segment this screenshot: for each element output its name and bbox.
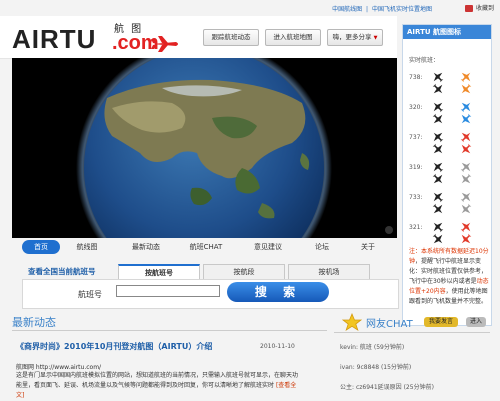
notice-part-4: 飞行中在30秒以内或者是: [409, 278, 477, 285]
share-button[interactable]: 嗨，更多分享 ▼: [327, 29, 383, 46]
plane-type-label: 321:: [409, 224, 423, 231]
search-panel: 航班号 搜 索: [22, 279, 399, 309]
tab-forum[interactable]: 论坛: [304, 240, 340, 254]
airplane-icon: [432, 203, 443, 214]
subtab-by-flight[interactable]: 按航班号: [118, 264, 200, 280]
chat-message: kevin: 航班 (59分钟前): [340, 344, 405, 351]
airplane-icon: [461, 113, 472, 124]
legend-notice: 注：本系统所有数据延迟10分钟，提醒飞行中航班显示变化：实时航班位置仅供参考，飞…: [409, 247, 489, 307]
airplane-icon: [432, 143, 443, 154]
airplane-icon: [461, 233, 472, 244]
airplane-logo-icon: [151, 36, 178, 52]
tab-latest-news[interactable]: 最新动态: [120, 240, 172, 254]
flight-map-button[interactable]: 进入航班地图: [265, 29, 321, 46]
search-heading: 查看全国当前航班号: [28, 267, 96, 276]
top-link-live-map[interactable]: 中国飞机实时位置地图: [372, 6, 432, 13]
top-link-route-map[interactable]: 中国航线图: [332, 6, 362, 13]
top-link-divider: |: [366, 6, 369, 13]
chat-time: (25分钟前): [403, 384, 434, 391]
airplane-icon: [461, 143, 472, 154]
plane-type-label: 738:: [409, 74, 423, 81]
airplane-icon: [461, 83, 472, 94]
top-links: 中国航线图 | 中国飞机实时位置地图: [330, 4, 432, 13]
notice-part-3: 实时航班位置仅供参考，: [421, 268, 488, 275]
enter-chat-button[interactable]: 进入: [466, 317, 486, 327]
track-flight-button[interactable]: 跟踪航班动态: [203, 29, 259, 46]
bookmark-button[interactable]: 收藏到: [465, 3, 494, 12]
chat-time: (15分钟前): [380, 364, 412, 371]
news-date: 2010-11-10: [260, 343, 295, 350]
chat-text: 航班: [359, 344, 372, 351]
news-url-line: 航图网 http://www.airtu.com/: [16, 364, 102, 371]
top-bar: 中国航线图 | 中国飞机实时位置地图 收藏到: [0, 0, 500, 14]
airplane-icon: [432, 83, 443, 94]
news-section-title: 最新动态: [12, 316, 56, 329]
flight-map-label: 进入航班地图: [273, 33, 313, 41]
chat-section-title: 网友CHAT: [366, 319, 413, 330]
main-nav-tabs: 首页 航线图 最新动态 航班CHAT 意见建议 论坛 关于: [12, 240, 397, 255]
chat-divider: [334, 332, 490, 333]
tab-home[interactable]: 首页: [22, 240, 60, 254]
bookmark-icon: [465, 5, 474, 12]
airplane-icon: [461, 203, 472, 214]
flight-number-input[interactable]: [116, 285, 220, 297]
airplane-icon: [461, 173, 472, 184]
plane-type-label: 320:: [409, 104, 423, 111]
star-icon: [342, 313, 362, 331]
tab-route-map[interactable]: 航线图: [67, 240, 107, 254]
news-headline-link[interactable]: 《商界时尚》2010年10月刊登对航图（AIRTU）介绍: [16, 341, 212, 352]
news-body: 这是有门显示中国国内航班模拟位置的网站，想知道航班的当前情况，只需输入航班号就可…: [16, 371, 301, 401]
subtab-by-airport[interactable]: 按机场: [288, 264, 370, 279]
post-message-button[interactable]: 我要发言: [424, 317, 458, 327]
share-label: 嗨，更多分享: [332, 33, 372, 41]
legend-title: AIRTU 航图图标: [403, 25, 491, 39]
tab-feedback[interactable]: 意见建议: [242, 240, 294, 254]
airplane-icon: [432, 173, 443, 184]
earth-globe-image: [12, 58, 397, 238]
tab-flight-chat[interactable]: 航班CHAT: [180, 240, 232, 254]
news-body-text: 这是有门显示中国国内航班模拟位置的网站，想知道航班的当前情况，只需输入航班号就可…: [16, 372, 299, 389]
plane-type-label: 319:: [409, 164, 423, 171]
legend-subtitle: 实时航班：: [409, 57, 440, 64]
flight-number-label: 航班号: [78, 290, 102, 299]
news-divider: [12, 330, 327, 331]
chat-user: 公主: [340, 384, 353, 391]
icon-legend-panel: AIRTU 航图图标 实时航班： 738: 320: 737: 319: 733: 321…: [402, 24, 492, 326]
chat-message: ivan: 9c8848 (15分钟前): [340, 364, 412, 371]
plane-type-label: 737:: [409, 134, 423, 141]
dropdown-arrow-icon: ▼: [373, 35, 378, 41]
subtab-by-segment[interactable]: 按航段: [203, 264, 285, 279]
search-button[interactable]: 搜 索: [227, 282, 329, 302]
bookmark-label: 收藏到: [475, 5, 494, 12]
earth-map-view[interactable]: [12, 58, 397, 238]
chat-message: 公主: cz6941延误原因 (25分钟前): [340, 384, 434, 391]
site-header: AIRTU 航 图 .com 跟踪航班动态 进入航班地图 嗨，更多分享 ▼: [0, 16, 397, 59]
notice-part-0: 注：本系统所有数据: [409, 248, 464, 255]
chat-text: cz6941延误原因: [355, 384, 402, 391]
chat-text: 9c8848: [356, 364, 380, 371]
tab-about[interactable]: 关于: [350, 240, 386, 254]
chat-user: ivan: [340, 364, 353, 371]
plane-type-label: 733:: [409, 194, 423, 201]
chat-time: (59分钟前): [373, 344, 405, 351]
airplane-icon: [432, 113, 443, 124]
airplane-icon: [432, 233, 443, 244]
track-flight-label: 跟踪航班动态: [211, 33, 251, 41]
logo-text[interactable]: AIRTU: [12, 24, 96, 55]
chat-user: kevin: [340, 344, 356, 351]
